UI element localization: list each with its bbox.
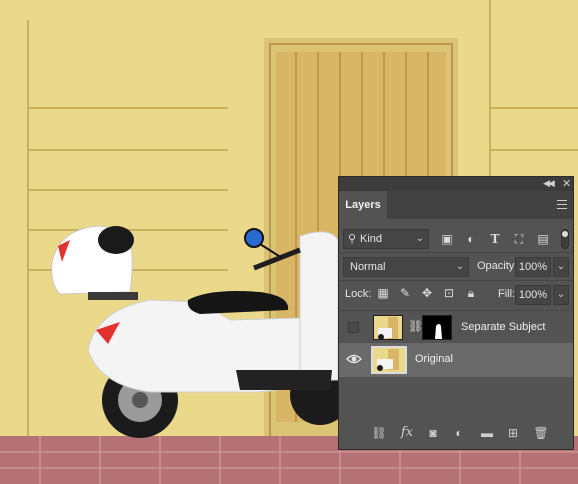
divider — [339, 252, 573, 253]
lock-all-icon[interactable]: 🔒︎ — [463, 285, 479, 301]
filter-shape-layers-icon[interactable]: ⛶ — [511, 231, 527, 247]
lock-transparent-pixels-icon[interactable]: ▦ — [375, 285, 391, 301]
opacity-input[interactable]: 100% — [515, 257, 551, 277]
layer-row-separate-subject[interactable]: ⛓ Separate Subject — [339, 311, 573, 345]
mask-link-icon[interactable]: ⛓ — [408, 319, 423, 333]
lock-artboard-icon[interactable]: ⊡ — [441, 285, 457, 301]
panel-tab-row: Layers — [339, 191, 573, 219]
fill-dropdown-icon[interactable]: ⌄ — [553, 285, 569, 305]
layers-bottom-toolbar: ⛓ fx ◙ ◐ ▬ ⊞ 🗑︎ — [339, 417, 573, 449]
search-icon: ⚲ — [348, 233, 357, 245]
add-layer-style-icon[interactable]: fx — [399, 425, 415, 441]
fill-input[interactable]: 100% — [515, 285, 551, 305]
collapse-panel-icon[interactable]: ◀◀ — [543, 178, 555, 189]
new-group-icon[interactable]: ▬ — [479, 425, 495, 441]
filter-type-layers-icon[interactable]: T — [487, 231, 503, 247]
filter-pixel-layers-icon[interactable]: ▣ — [439, 231, 455, 247]
add-mask-icon[interactable]: ◙ — [425, 425, 441, 441]
panel-title-bar: ◀◀ ✕ — [339, 177, 573, 191]
blend-mode-select[interactable]: Normal ⌄ — [343, 257, 469, 277]
eye-icon[interactable] — [346, 353, 362, 365]
chevron-down-icon: ⌄ — [415, 233, 424, 244]
fill-label: Fill: — [498, 288, 516, 300]
opacity-dropdown-icon[interactable]: ⌄ — [553, 257, 569, 277]
layer-row-original[interactable]: Original — [339, 343, 573, 377]
panel-menu-icon[interactable] — [557, 200, 567, 209]
divider — [339, 280, 573, 281]
blend-mode-value: Normal — [350, 261, 386, 273]
filter-kind-label: Kind — [360, 233, 383, 245]
tab-layers[interactable]: Layers — [339, 191, 387, 219]
filter-adjustment-layers-icon[interactable]: ◐ — [463, 231, 479, 247]
layer-thumbnail[interactable] — [373, 315, 403, 340]
filter-kind-select[interactable]: ⚲ Kind ⌄ — [343, 229, 429, 249]
new-adjustment-layer-icon[interactable]: ◐ — [451, 425, 467, 441]
new-layer-icon[interactable]: ⊞ — [505, 425, 521, 441]
lock-image-pixels-icon[interactable]: ✎ — [397, 285, 413, 301]
chevron-down-icon: ⌄ — [455, 261, 464, 272]
filter-smart-objects-icon[interactable]: ▤ — [535, 231, 551, 247]
opacity-label: Opacity: — [477, 260, 518, 272]
layers-panel: ◀◀ ✕ Layers ⚲ Kind ⌄ ▣ ◐ T ⛶ ▤ Normal ⌄ O… — [338, 176, 574, 450]
lock-position-icon[interactable]: ✥ — [419, 285, 435, 301]
link-layers-icon[interactable]: ⛓ — [371, 425, 387, 441]
filter-toggle[interactable] — [561, 229, 569, 249]
layer-thumbnail[interactable] — [371, 346, 407, 374]
visibility-toggle-off[interactable] — [348, 322, 359, 333]
layer-mask-thumbnail[interactable] — [422, 315, 452, 340]
delete-layer-icon[interactable]: 🗑︎ — [533, 425, 549, 441]
layer-name[interactable]: Original — [415, 353, 453, 365]
lock-label: Lock: — [345, 288, 372, 300]
layer-name[interactable]: Separate Subject — [461, 321, 545, 333]
close-panel-icon[interactable]: ✕ — [562, 177, 571, 190]
